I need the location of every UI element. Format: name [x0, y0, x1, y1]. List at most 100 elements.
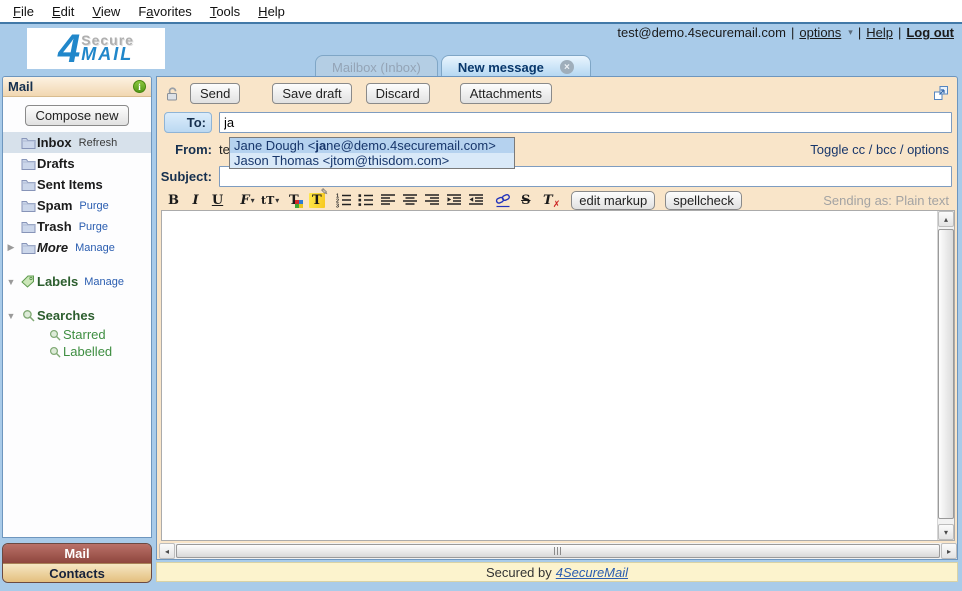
- highlight-color-icon[interactable]: T✎: [308, 191, 325, 209]
- discard-button[interactable]: Discard: [366, 83, 430, 104]
- font-size-icon[interactable]: tT▾: [261, 191, 279, 209]
- folder-icon: [19, 178, 37, 191]
- vertical-scroll-thumb[interactable]: [938, 229, 954, 519]
- sidebar-item-spam[interactable]: Spam Purge: [3, 195, 151, 216]
- sidebar-item-sent-items[interactable]: Sent Items: [3, 174, 151, 195]
- horizontal-scrollbar[interactable]: ◂ ▸: [159, 543, 957, 559]
- purge-link[interactable]: Purge: [79, 200, 108, 212]
- horizontal-scroll-thumb[interactable]: [176, 544, 940, 558]
- chevron-down-icon[interactable]: ▼: [3, 311, 19, 321]
- account-email: test@demo.4securemail.com: [617, 25, 786, 40]
- autocomplete-item[interactable]: Jane Dough <jane@demo.4securemail.com>: [230, 138, 514, 153]
- sidebar-item-searches[interactable]: ▼ Searches: [3, 305, 151, 326]
- nav-contacts-button[interactable]: Contacts: [3, 563, 151, 582]
- sidebar-item-labels[interactable]: ▼ Labels Manage: [3, 271, 151, 292]
- chevron-right-icon[interactable]: ▶: [3, 242, 19, 253]
- close-tab-icon[interactable]: ×: [560, 60, 574, 74]
- tab-mailbox-inbox[interactable]: Mailbox (Inbox): [315, 55, 438, 76]
- refresh-link[interactable]: Refresh: [79, 137, 118, 149]
- menu-edit[interactable]: Edit: [43, 2, 83, 21]
- red-x-icon: ✗: [553, 200, 561, 210]
- account-bar: test@demo.4securemail.com | options ▾ | …: [617, 25, 954, 40]
- vertical-scrollbar[interactable]: ▴ ▾: [937, 211, 954, 540]
- folder-label: Drafts: [37, 156, 75, 171]
- logo-numeral: 4: [58, 31, 80, 67]
- edit-markup-button[interactable]: edit markup: [571, 191, 655, 210]
- tab-label: Mailbox (Inbox): [332, 60, 421, 75]
- search-icon: [47, 329, 63, 341]
- autocomplete-item[interactable]: Jason Thomas <jtom@thisdom.com>: [230, 153, 514, 168]
- insert-link-icon[interactable]: [494, 191, 512, 209]
- sidebar-item-inbox[interactable]: Inbox Refresh: [3, 132, 151, 153]
- folder-label: Sent Items: [37, 177, 103, 192]
- svg-text:3: 3: [336, 204, 339, 209]
- save-draft-button[interactable]: Save draft: [272, 83, 351, 104]
- secured-by-text: Secured by: [486, 565, 552, 580]
- purge-link[interactable]: Purge: [79, 221, 108, 233]
- sidebar-item-trash[interactable]: Trash Purge: [3, 216, 151, 237]
- lock-open-icon[interactable]: [165, 85, 182, 102]
- app-logo: 4 Secure MAIL: [27, 28, 165, 69]
- options-link[interactable]: options: [799, 25, 841, 40]
- logout-link[interactable]: Log out: [906, 25, 954, 40]
- scroll-left-icon[interactable]: ◂: [159, 543, 175, 559]
- folder-label: Trash: [37, 219, 72, 234]
- folder-icon: [19, 199, 37, 212]
- compose-panel: Send Save draft Discard Attachments To: …: [156, 76, 958, 560]
- options-caret-icon: ▾: [848, 27, 853, 38]
- attachments-button[interactable]: Attachments: [460, 83, 552, 104]
- color-palette-swatch: [295, 200, 303, 208]
- sidebar-item-labelled[interactable]: Labelled: [3, 343, 151, 360]
- menu-help[interactable]: Help: [249, 2, 294, 21]
- menu-view[interactable]: View: [83, 2, 129, 21]
- font-color-icon[interactable]: T: [284, 191, 303, 209]
- align-left-icon[interactable]: [379, 191, 396, 209]
- sidebar-header: Mail i: [3, 77, 151, 97]
- remove-format-icon[interactable]: T✗: [539, 191, 556, 209]
- folder-label: Inbox: [37, 135, 72, 150]
- sidebar-item-more[interactable]: ▶ More Manage: [3, 237, 151, 258]
- align-right-icon[interactable]: [423, 191, 440, 209]
- to-input[interactable]: [219, 112, 952, 133]
- scroll-up-icon[interactable]: ▴: [938, 211, 954, 227]
- pencil-icon: ✎: [321, 188, 329, 198]
- numbered-list-icon[interactable]: 123: [335, 191, 352, 209]
- chevron-down-icon[interactable]: ▼: [3, 277, 19, 287]
- manage-link[interactable]: Manage: [75, 242, 115, 254]
- strikethrough-icon[interactable]: S: [517, 191, 534, 209]
- scroll-down-icon[interactable]: ▾: [938, 524, 954, 540]
- underline-icon[interactable]: U: [209, 191, 226, 209]
- indent-icon[interactable]: [445, 191, 462, 209]
- folder-label: More: [37, 240, 68, 255]
- compose-new-button[interactable]: Compose new: [25, 105, 128, 126]
- popout-window-icon[interactable]: [933, 85, 949, 101]
- spellcheck-button[interactable]: spellcheck: [665, 191, 742, 210]
- info-icon[interactable]: i: [133, 80, 146, 93]
- mail-sidebar: Mail i Compose new Inbox Refresh Drafts …: [2, 76, 152, 538]
- italic-icon[interactable]: I: [187, 191, 204, 209]
- font-face-icon[interactable]: F▾: [239, 191, 256, 209]
- folder-icon: [19, 136, 37, 149]
- outdent-icon[interactable]: [467, 191, 484, 209]
- nav-mail-button[interactable]: Mail: [3, 544, 151, 563]
- sidebar-item-starred[interactable]: Starred: [3, 326, 151, 343]
- scroll-right-icon[interactable]: ▸: [941, 543, 957, 559]
- sidebar-item-drafts[interactable]: Drafts: [3, 153, 151, 174]
- bullet-list-icon[interactable]: [357, 191, 374, 209]
- bold-icon[interactable]: B: [165, 191, 182, 209]
- manage-link[interactable]: Manage: [84, 276, 124, 288]
- toggle-cc-bcc-link[interactable]: Toggle cc / bcc / options: [810, 142, 949, 157]
- menu-tools[interactable]: Tools: [201, 2, 249, 21]
- send-button[interactable]: Send: [190, 83, 240, 104]
- labels-label: Labels: [37, 274, 78, 289]
- menu-favorites[interactable]: Favorites: [129, 2, 200, 21]
- help-link[interactable]: Help: [866, 25, 893, 40]
- align-center-icon[interactable]: [401, 191, 418, 209]
- message-body-editor[interactable]: ▴ ▾: [161, 210, 955, 541]
- menu-file[interactable]: File: [4, 2, 43, 21]
- brand-link[interactable]: 4SecureMail: [556, 565, 628, 580]
- tab-new-message[interactable]: New message ×: [441, 55, 591, 76]
- to-addressbook-button[interactable]: To:: [164, 112, 212, 133]
- tag-icon: [19, 275, 37, 288]
- tab-strip: Mailbox (Inbox) New message ×: [315, 55, 591, 76]
